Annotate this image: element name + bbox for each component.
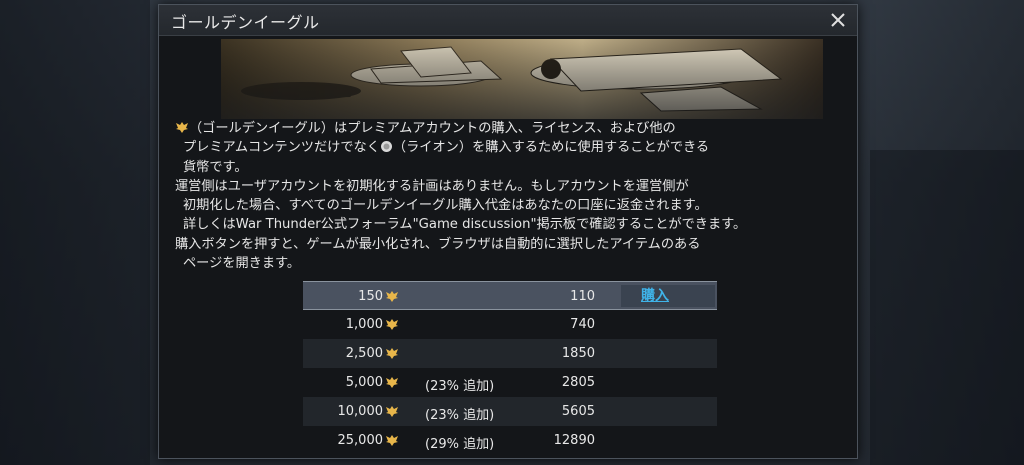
dialog-title: ゴールデンイーグル — [171, 13, 320, 32]
close-icon — [831, 13, 845, 27]
description-paragraph-2-line-2: 初期化した場合、すべてのゴールデンイーグル購入代金はあなたの口座に返金されます。 — [183, 198, 708, 214]
description-paragraph-3-line-1: 購入ボタンを押すと、ゲームが最小化され、ブラウザは自動的に選択したアイテムのある — [175, 236, 701, 252]
background-building-right — [870, 150, 1024, 465]
lion-icon — [380, 141, 392, 153]
package-price: 110 — [570, 289, 595, 304]
package-bonus: (23% 追加) — [425, 408, 495, 423]
golden-eagle-icon — [386, 319, 398, 330]
package-price: 5605 — [561, 404, 595, 419]
background-building-left — [0, 0, 150, 465]
buy-button[interactable]: 購入 — [621, 285, 715, 307]
description-paragraph-1-line-1: （ゴールデンイーグル）はプレミアムアカウントの購入、ライセンス、および他の — [175, 119, 815, 138]
package-amount: 25,000 — [337, 433, 384, 448]
package-row-1000[interactable]: 1,000 740 — [303, 310, 717, 339]
package-row-10000[interactable]: 10,000 (23% 追加) 5605 — [303, 397, 717, 426]
golden-eagles-dialog: ゴールデンイーグル （ゴールデンイーグル）はプレミアムアカウントの購入、ライセン… — [158, 4, 858, 459]
package-row-5000[interactable]: 5,000 (23% 追加) 2805 — [303, 368, 717, 397]
package-price: 1850 — [561, 346, 595, 361]
description-paragraph-1-line-3: 貨幣です。 — [183, 159, 248, 175]
golden-eagle-icon — [386, 291, 398, 302]
package-price: 2805 — [561, 375, 595, 390]
package-row-2500[interactable]: 2,500 1850 — [303, 339, 717, 368]
package-amount: 10,000 — [337, 404, 384, 419]
description-paragraph-2-line-3: 詳しくはWar Thunder公式フォーラム"Game discussion"掲… — [183, 217, 747, 233]
package-amount: 5,000 — [345, 375, 383, 390]
golden-eagle-icon — [176, 122, 188, 133]
aircraft-banner-image — [221, 39, 823, 119]
golden-eagle-icon — [386, 348, 398, 359]
golden-eagle-icon — [386, 435, 398, 446]
package-row-150[interactable]: 150 110 購入 — [303, 281, 717, 310]
package-amount: 150 — [358, 289, 383, 304]
package-amount: 1,000 — [345, 317, 383, 332]
package-price: 740 — [570, 317, 595, 332]
package-price: 12890 — [553, 433, 595, 448]
description-paragraph-3-line-2: ページを開きます。 — [183, 256, 301, 272]
description-paragraph-1-line-2: プレミアムコンテンツだけでなく （ライオン）を購入するために使用することができる — [183, 140, 710, 156]
package-bonus: (29% 追加) — [425, 437, 495, 452]
package-amount: 2,500 — [345, 346, 383, 361]
golden-eagle-icon — [386, 406, 398, 417]
package-table: 150 110 購入 1,000 740 2,500 1850 5,000 (2… — [303, 281, 717, 455]
description-paragraph-2-line-1: 運営側はユーザアカウントを初期化する計画はありません。もしアカウントを運営側が — [175, 178, 689, 194]
package-row-25000[interactable]: 25,000 (29% 追加) 12890 — [303, 426, 717, 455]
golden-eagle-icon — [386, 377, 398, 388]
package-bonus: (23% 追加) — [425, 379, 495, 394]
close-button[interactable] — [827, 9, 849, 31]
description-text: （ゴールデンイーグル）はプレミアムアカウントの購入、ライセンス、および他の プレ… — [175, 119, 815, 273]
dialog-titlebar: ゴールデンイーグル — [159, 5, 857, 36]
